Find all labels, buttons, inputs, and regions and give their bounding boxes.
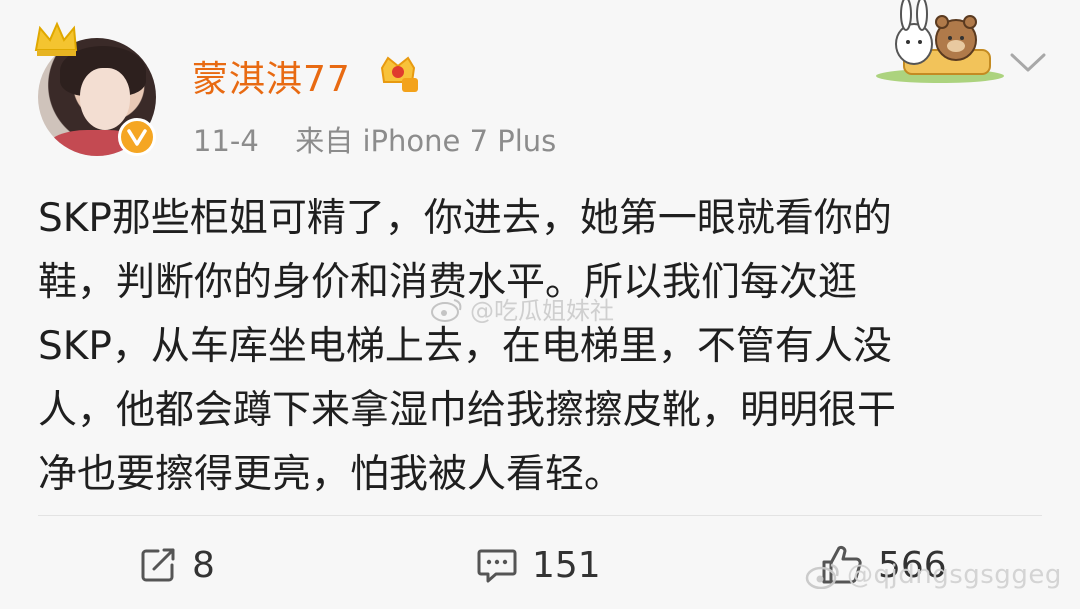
post-source[interactable]: 来自 iPhone 7 Plus <box>295 124 556 158</box>
comment-button[interactable]: 151 <box>476 540 601 590</box>
watermark-corner: @qjdngsgsggeg <box>805 560 1062 590</box>
watermark-corner-text: @qjdngsgsggeg <box>847 560 1062 590</box>
divider <box>38 515 1042 516</box>
comment-count: 151 <box>532 544 601 586</box>
avatar-container[interactable] <box>34 21 156 156</box>
chevron-down-icon[interactable] <box>1008 50 1048 76</box>
post-date: 11-4 <box>193 124 259 158</box>
watermark-center-text: @吃瓜姐妹社 <box>470 297 614 325</box>
weibo-post-card: 蒙淇淇77 11-4 来自 iPhone 7 Plus SKP那些柜姐可精了，你… <box>0 0 1080 609</box>
post-text: SKP那些柜姐可精了，你进去，她第一眼就看你的 鞋，判断你的身价和消费水平。所以… <box>38 196 897 497</box>
repost-count: 8 <box>192 544 215 586</box>
username[interactable]: 蒙淇淇77 <box>192 50 351 102</box>
post-meta: 11-4 来自 iPhone 7 Plus <box>193 118 556 160</box>
watermark-center: @吃瓜姐妹社 <box>430 291 614 326</box>
vip-member-icon[interactable] <box>376 52 420 94</box>
bunny-bear-sticker-icon <box>876 0 1004 83</box>
repost-icon <box>141 548 175 582</box>
comment-icon <box>477 549 517 583</box>
weibo-logo-icon <box>431 298 462 322</box>
avatar-face <box>80 68 130 130</box>
repost-button[interactable]: 8 <box>138 540 215 590</box>
checkmark-icon <box>127 129 147 146</box>
verified-badge-icon <box>118 118 156 156</box>
weibo-logo-icon <box>805 563 839 589</box>
crown-icon <box>34 21 78 56</box>
